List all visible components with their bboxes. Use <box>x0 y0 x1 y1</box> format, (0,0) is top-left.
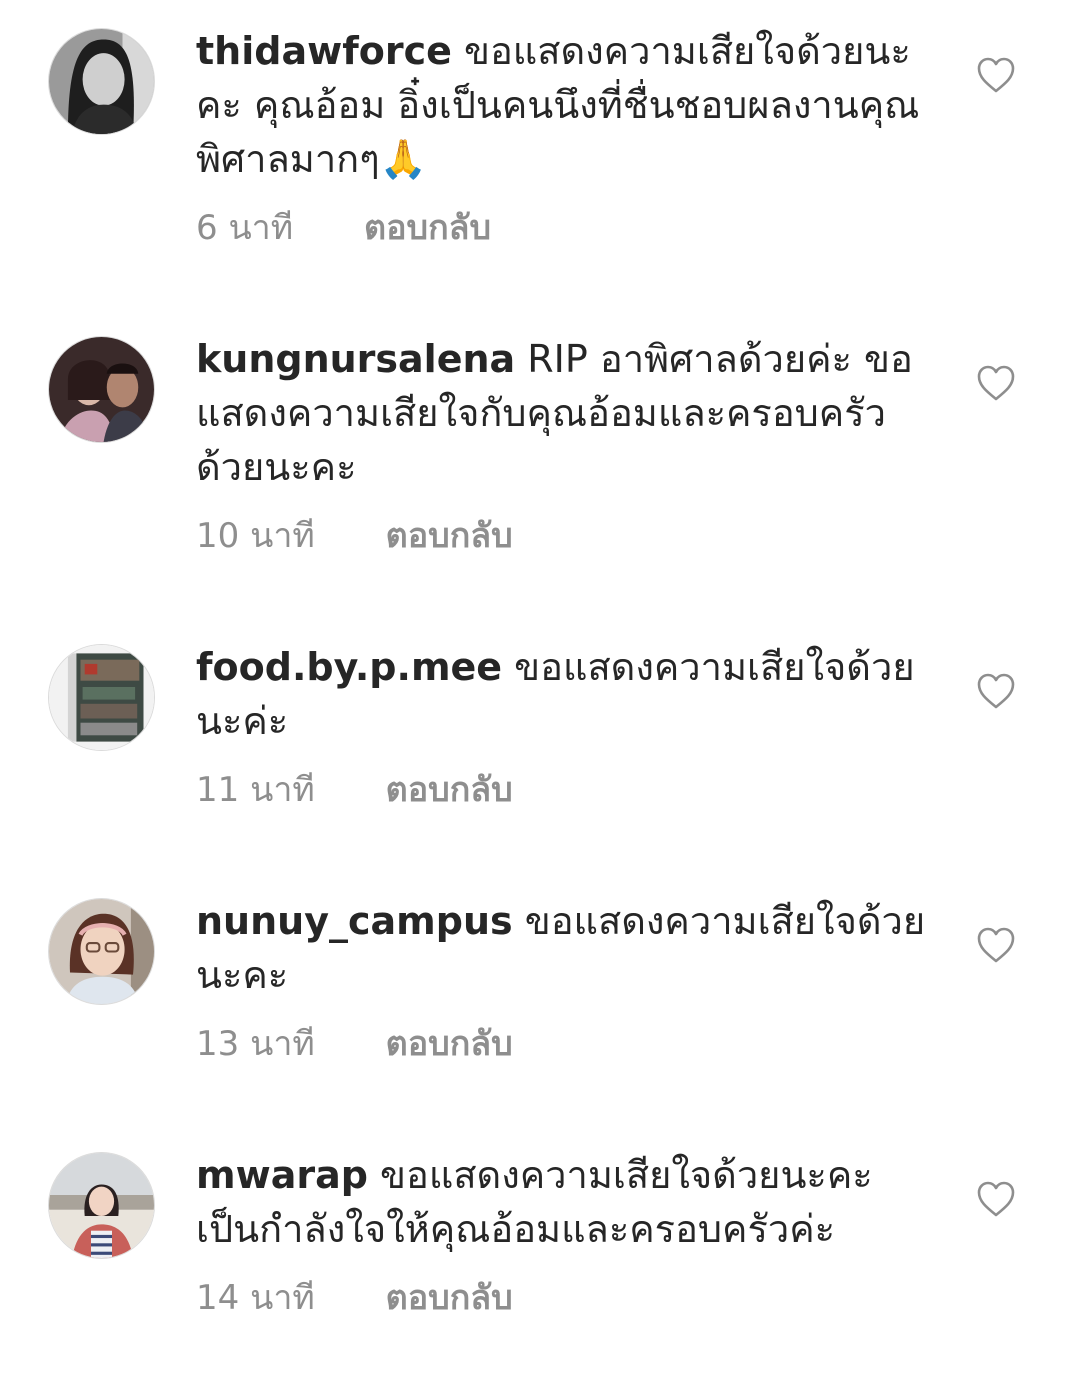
like-button[interactable] <box>976 364 1016 402</box>
avatar[interactable] <box>48 644 155 751</box>
profile-photo-icon <box>49 899 154 1004</box>
comment-timestamp: 14 นาที <box>196 1278 315 1318</box>
comment-meta: 6 นาที ตอบกลับ <box>196 208 491 248</box>
profile-photo-icon <box>49 645 154 750</box>
heart-icon <box>977 57 1015 93</box>
comment-text: nunuy_campus ขอแสดงความเสียใจด้วยนะคะ <box>196 894 926 1002</box>
reply-button[interactable]: ตอบกลับ <box>386 1024 513 1064</box>
heart-icon <box>977 673 1015 709</box>
comment-meta: 13 นาที ตอบกลับ <box>196 1024 513 1064</box>
comment-meta: 10 นาที ตอบกลับ <box>196 516 513 556</box>
avatar[interactable] <box>48 1152 155 1259</box>
comment-meta: 14 นาที ตอบกลับ <box>196 1278 513 1318</box>
comment-timestamp: 10 นาที <box>196 516 315 556</box>
comment-timestamp: 11 นาที <box>196 770 315 810</box>
comment-text: mwarap ขอแสดงความเสียใจด้วยนะคะ เป็นกำลั… <box>196 1148 926 1256</box>
comment-username[interactable]: thidawforce <box>196 29 452 73</box>
avatar[interactable] <box>48 898 155 1005</box>
reply-button[interactable]: ตอบกลับ <box>386 1278 513 1318</box>
heart-icon <box>977 927 1015 963</box>
profile-photo-icon <box>49 337 154 442</box>
heart-icon <box>977 365 1015 401</box>
profile-photo-icon <box>49 1153 154 1258</box>
comments-list: thidawforce ขอแสดงความเสียใจด้วยนะคะ คุณ… <box>0 0 1077 1377</box>
reply-button[interactable]: ตอบกลับ <box>386 770 513 810</box>
like-button[interactable] <box>976 926 1016 964</box>
comment-username[interactable]: nunuy_campus <box>196 899 513 943</box>
like-button[interactable] <box>976 56 1016 94</box>
profile-photo-icon <box>49 29 154 134</box>
like-button[interactable] <box>976 672 1016 710</box>
reply-button[interactable]: ตอบกลับ <box>386 516 513 556</box>
heart-icon <box>977 1181 1015 1217</box>
comment-text: food.by.p.mee ขอแสดงความเสียใจด้วยนะค่ะ <box>196 640 926 748</box>
comment-username[interactable]: kungnursalena <box>196 337 515 381</box>
comment-text: thidawforce ขอแสดงความเสียใจด้วยนะคะ คุณ… <box>196 24 926 186</box>
comment-username[interactable]: food.by.p.mee <box>196 645 502 689</box>
comment-username[interactable]: mwarap <box>196 1153 368 1197</box>
avatar[interactable] <box>48 336 155 443</box>
avatar[interactable] <box>48 28 155 135</box>
like-button[interactable] <box>976 1180 1016 1218</box>
comment-text: kungnursalena RIP อาพิศาลด้วยค่ะ ขอแสดงค… <box>196 332 926 494</box>
reply-button[interactable]: ตอบกลับ <box>364 208 491 248</box>
comment-timestamp: 13 นาที <box>196 1024 315 1064</box>
comment-meta: 11 นาที ตอบกลับ <box>196 770 513 810</box>
comment-timestamp: 6 นาที <box>196 208 294 248</box>
